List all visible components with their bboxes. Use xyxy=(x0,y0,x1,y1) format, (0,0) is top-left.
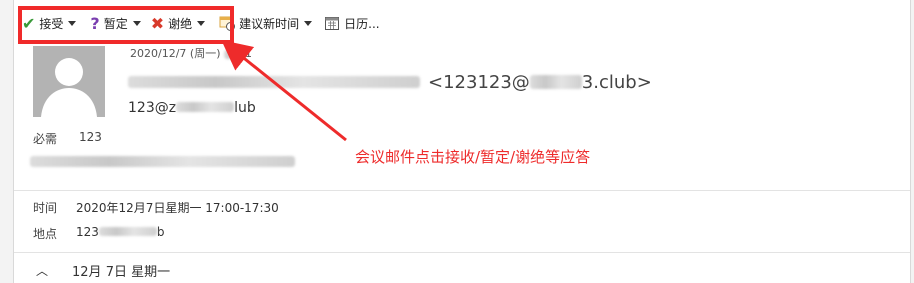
calendar-day-label: 12月 7日 星期一 xyxy=(72,265,171,280)
calendar-day-header[interactable]: ︿ 12月 7日 星期一 xyxy=(36,261,170,280)
time-value: 2020年12月7日星期一 17:00-17:30 xyxy=(76,201,279,215)
meeting-location-row: 地点 123 b xyxy=(33,225,165,242)
redacted-location xyxy=(98,227,157,236)
time-label: 时间 xyxy=(33,201,58,215)
location-value: 123 b xyxy=(76,225,165,239)
chevron-up-icon[interactable]: ︿ xyxy=(36,262,48,279)
location-label: 地点 xyxy=(33,227,58,241)
meeting-time-row: 时间 2020年12月7日星期一 17:00-17:30 xyxy=(33,199,279,216)
section-divider xyxy=(14,190,910,191)
section-divider xyxy=(14,252,910,253)
